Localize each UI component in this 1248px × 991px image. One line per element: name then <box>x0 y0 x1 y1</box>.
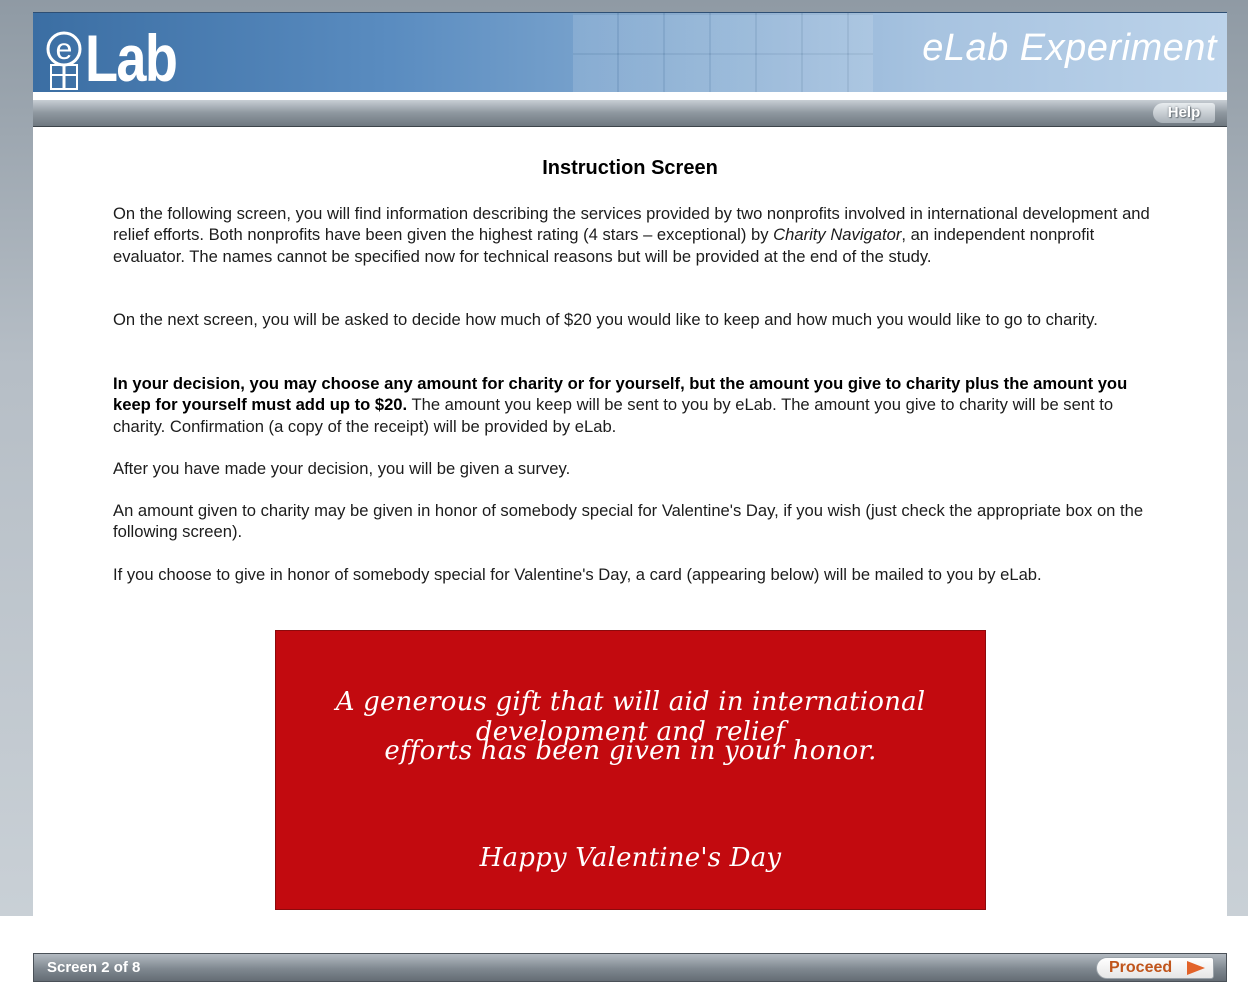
app-window: e Lab eLab Experiment Help Instruction S… <box>0 0 1248 991</box>
elab-logo: e Lab <box>45 15 196 91</box>
instruction-paragraph-5: An amount given to charity may be given … <box>113 501 1144 542</box>
card-closing: Happy Valentine's Day <box>479 843 782 873</box>
elab-logo-e-icon: e <box>45 29 83 91</box>
play-arrow-icon <box>1187 961 1205 975</box>
instruction-paragraph-6: If you choose to give in honor of somebo… <box>113 565 1042 584</box>
toolbar: Help <box>33 100 1227 127</box>
header-banner: e Lab eLab Experiment <box>33 12 1227 93</box>
valentine-card-image: A generous gift that will aid in interna… <box>275 630 986 910</box>
help-button[interactable]: Help <box>1153 103 1215 123</box>
footer-bar: Screen 2 of 8 Proceed <box>33 953 1227 982</box>
instruction-paragraph-4: After you have made your decision, you w… <box>113 459 571 478</box>
instruction-content: Instruction Screen On the following scre… <box>33 127 1227 916</box>
charity-navigator-name: Charity Navigator <box>773 225 902 245</box>
card-message-line-2: efforts has been given in your honor. <box>384 736 877 766</box>
screen-counter: Screen 2 of 8 <box>47 959 141 976</box>
instruction-paragraph-3: In your decision, you may choose any amo… <box>113 373 1153 437</box>
instruction-paragraph-1: On the following screen, you will find i… <box>113 203 1153 267</box>
proceed-label: Proceed <box>1109 959 1173 976</box>
instruction-paragraph-2: On the next screen, you will be asked to… <box>113 310 1098 329</box>
window-frame: e Lab eLab Experiment Help Instruction S… <box>0 0 1248 916</box>
page-title: Instruction Screen <box>542 157 718 179</box>
banner-tiles-decoration <box>573 13 873 93</box>
app-title: eLab Experiment <box>922 27 1217 69</box>
proceed-button[interactable]: Proceed <box>1096 957 1214 979</box>
header-divider <box>33 92 1227 100</box>
logo-wordmark: Lab <box>85 21 178 93</box>
logo-initial: e <box>56 33 73 66</box>
